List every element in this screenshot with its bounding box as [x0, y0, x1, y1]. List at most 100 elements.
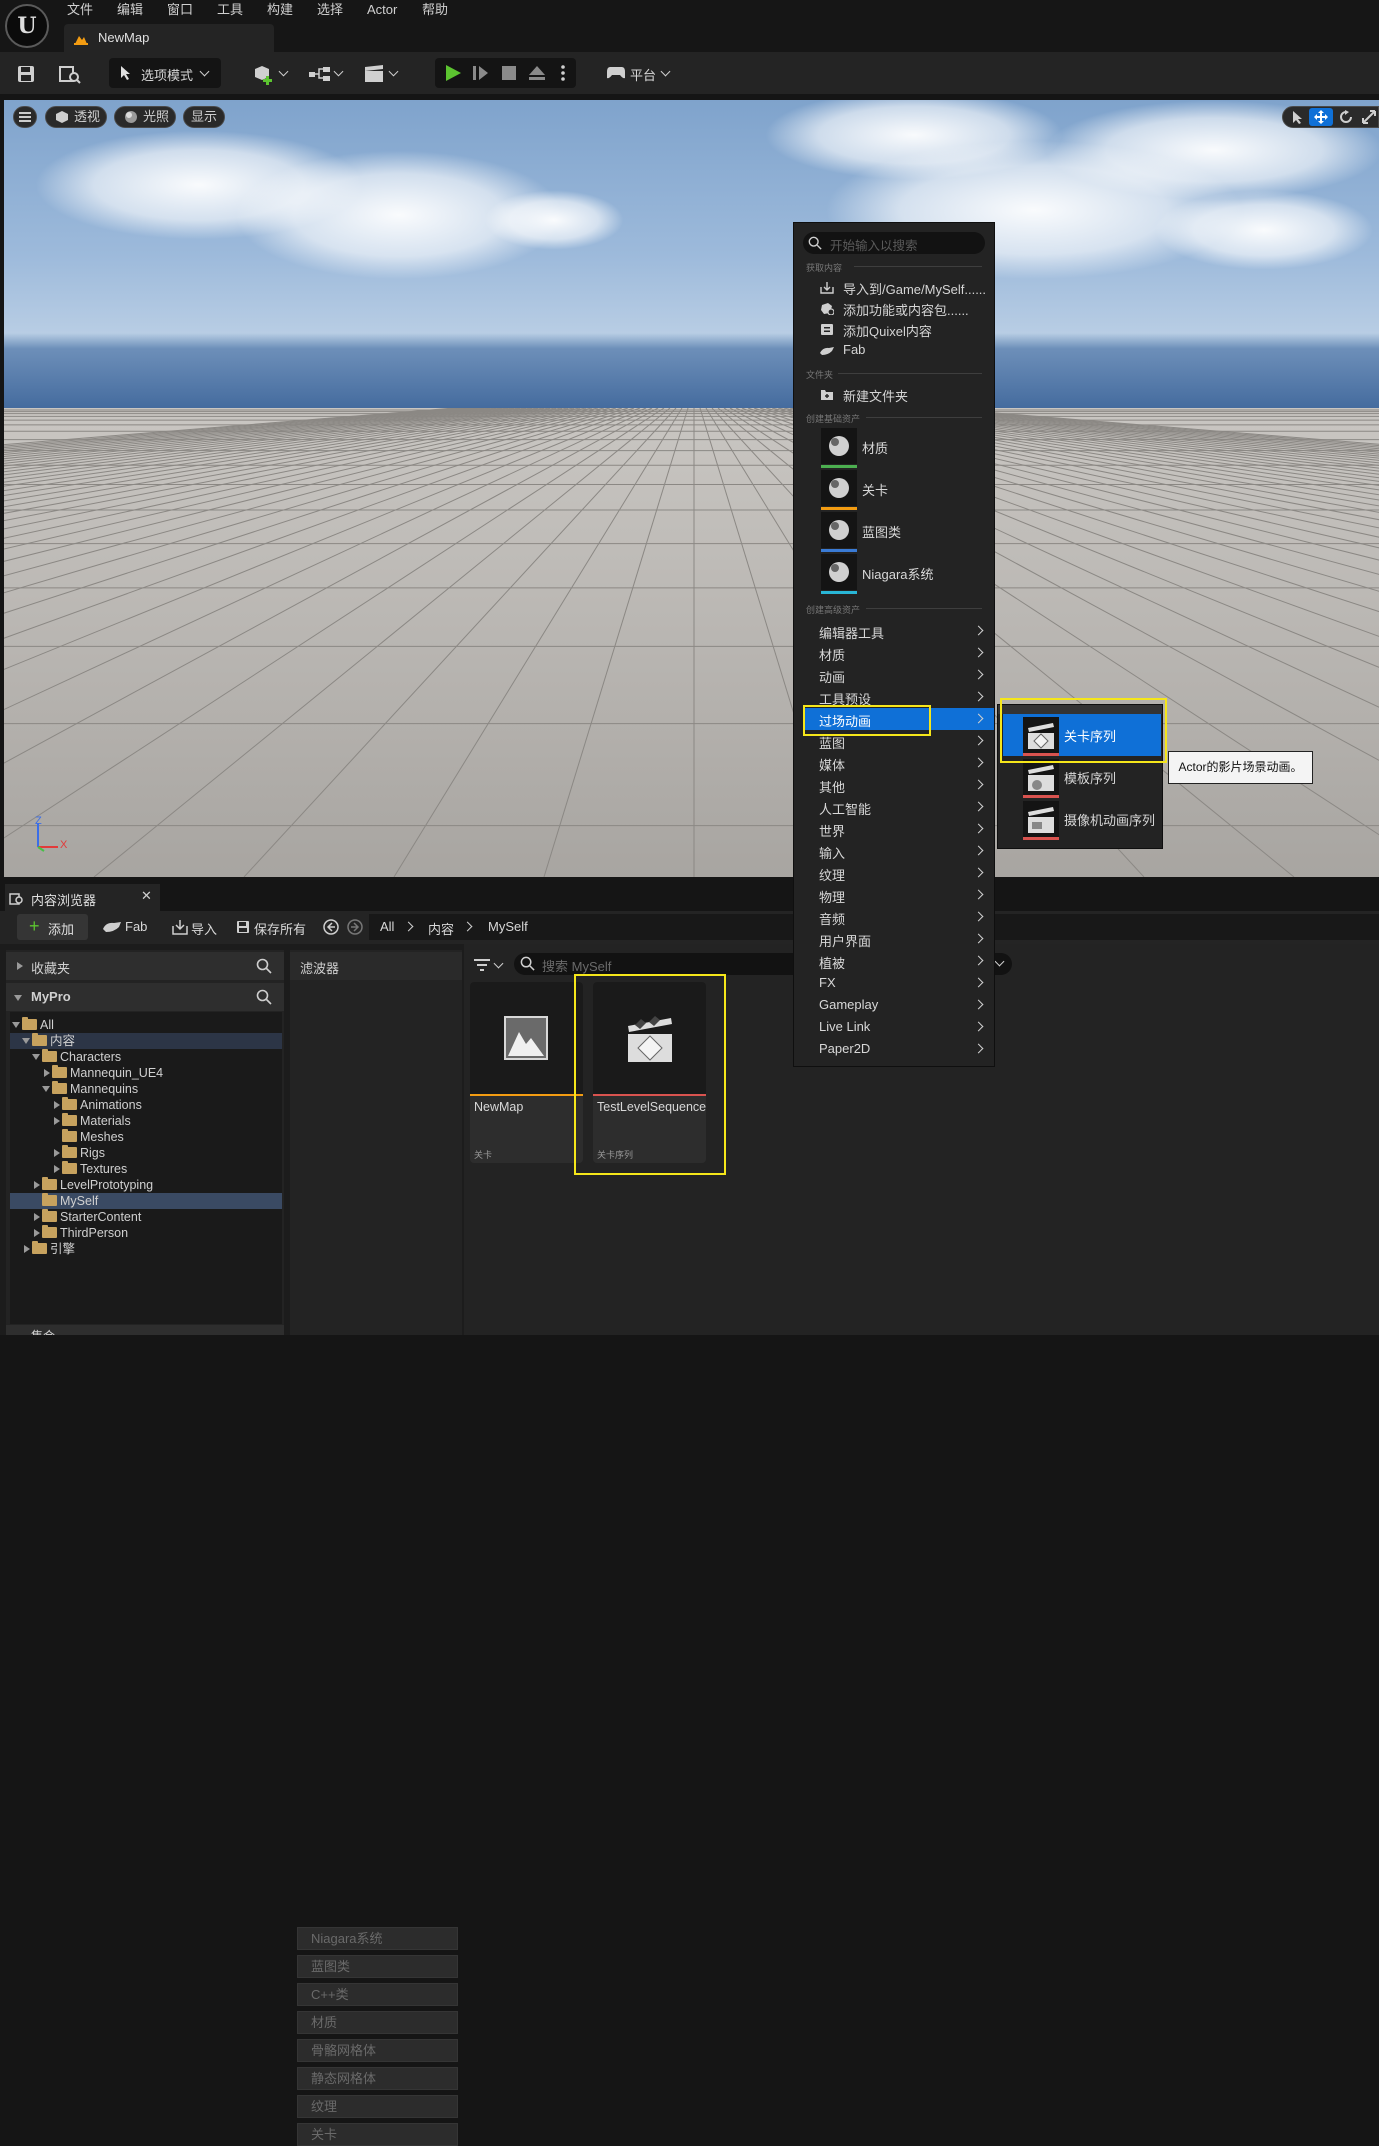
collapse-arrow-icon[interactable] [54, 1117, 60, 1125]
tree-folder[interactable]: Materials [10, 1113, 282, 1129]
menu-add-quixel[interactable]: 添加Quixel内容 [794, 319, 994, 340]
filter-chip[interactable]: Niagara系统 [297, 1927, 458, 1950]
collapse-arrow-icon[interactable] [34, 1229, 40, 1237]
unreal-logo[interactable]: U [5, 4, 49, 48]
mode-selector[interactable]: 选项模式 [109, 58, 221, 88]
menu-basic-asset[interactable]: 关卡 [821, 468, 991, 510]
filter-chip[interactable]: 静态网格体 [297, 2067, 458, 2090]
menu-help[interactable]: 帮助 [422, 0, 448, 20]
menu-submenu-item[interactable]: 动画 [804, 664, 994, 686]
collapse-arrow-icon[interactable] [54, 1165, 60, 1173]
forward-icon[interactable] [347, 919, 363, 935]
tree-folder[interactable]: MySelf [10, 1193, 282, 1209]
breadcrumb-myself[interactable]: MySelf [488, 919, 528, 934]
menu-submenu-item[interactable]: Gameplay [804, 994, 994, 1016]
menu-submenu-item[interactable]: 世界 [804, 818, 994, 840]
menu-basic-asset[interactable]: 蓝图类 [821, 510, 991, 552]
tree-folder[interactable]: Characters [10, 1049, 282, 1065]
perspective-button[interactable]: 透视 [45, 106, 107, 128]
menu-select[interactable]: 选择 [317, 0, 343, 20]
tree-folder[interactable]: Mannequin_UE4 [10, 1065, 282, 1081]
expand-arrow-icon[interactable] [32, 1054, 40, 1060]
filter-icon[interactable] [474, 958, 490, 972]
content-browser-tab[interactable]: 内容浏览器 ✕ [5, 884, 160, 911]
save-all-button[interactable]: 保存所有 [235, 916, 311, 938]
close-icon[interactable]: ✕ [141, 888, 152, 904]
platform-button[interactable]: 平台 [600, 58, 680, 88]
select-tool-icon[interactable] [1291, 110, 1305, 125]
collapse-arrow-icon[interactable] [54, 1101, 60, 1109]
menu-basic-asset[interactable]: Niagara系统 [821, 552, 991, 594]
filter-chip[interactable]: 材质 [297, 2011, 458, 2034]
menu-submenu-item[interactable]: 植被 [804, 950, 994, 972]
menu-submenu-item[interactable]: 其他 [804, 774, 994, 796]
menu-submenu-item[interactable]: 人工智能 [804, 796, 994, 818]
step-icon[interactable] [472, 64, 490, 82]
browse-icon[interactable] [59, 64, 81, 84]
menu-edit[interactable]: 编辑 [117, 0, 143, 20]
menu-submenu-item[interactable]: 材质 [804, 642, 994, 664]
collapse-arrow-icon[interactable] [54, 1149, 60, 1157]
fab-button[interactable]: Fab [100, 916, 160, 938]
submenu-camera-anim-sequence[interactable]: 摄像机动画序列 [1003, 798, 1161, 840]
more-options-icon[interactable] [561, 65, 565, 81]
tree-folder[interactable]: LevelPrototyping [10, 1177, 282, 1193]
tree-folder[interactable]: ThirdPerson [10, 1225, 282, 1241]
play-icon[interactable] [444, 64, 462, 82]
move-tool-button[interactable] [1309, 108, 1333, 126]
menu-submenu-item[interactable]: 媒体 [804, 752, 994, 774]
scale-icon[interactable] [1362, 110, 1376, 124]
add-actor-icon[interactable] [253, 65, 275, 85]
menu-submenu-item[interactable]: 物理 [804, 884, 994, 906]
filter-chip[interactable]: C++类 [297, 1983, 458, 2006]
lighting-button[interactable]: 光照 [114, 106, 176, 128]
save-icon[interactable] [17, 65, 35, 83]
tree-folder[interactable]: StarterContent [10, 1209, 282, 1225]
menu-submenu-item[interactable]: 编辑器工具 [804, 620, 994, 642]
menu-submenu-item[interactable]: FX [804, 972, 994, 994]
tree-folder[interactable]: Textures [10, 1161, 282, 1177]
favorites-header[interactable]: 收藏夹 [6, 952, 284, 980]
expand-arrow-icon[interactable] [12, 1022, 20, 1028]
tree-folder[interactable]: Rigs [10, 1145, 282, 1161]
add-button[interactable]: + 添加 [17, 914, 88, 940]
back-icon[interactable] [323, 919, 339, 935]
tree-folder[interactable]: Animations [10, 1097, 282, 1113]
menu-submenu-item[interactable]: Paper2D [804, 1038, 994, 1060]
menu-submenu-item[interactable]: 音频 [804, 906, 994, 928]
menu-basic-asset[interactable]: 材质 [821, 426, 991, 468]
eject-icon[interactable] [528, 64, 546, 82]
menu-file[interactable]: 文件 [67, 0, 93, 20]
asset-search-input[interactable]: 搜索 MySelf [514, 953, 794, 975]
blueprint-menu-icon[interactable] [308, 65, 332, 83]
map-tab[interactable]: NewMap [64, 24, 274, 52]
tree-folder[interactable]: Mannequins [10, 1081, 282, 1097]
menu-import[interactable]: 导入到/Game/MySelf...... [794, 277, 994, 298]
collapse-arrow-icon[interactable] [44, 1069, 50, 1077]
tree-folder[interactable]: Meshes [10, 1129, 282, 1145]
search-icon[interactable] [256, 989, 272, 1005]
filter-chip[interactable]: 蓝图类 [297, 1955, 458, 1978]
menu-new-folder[interactable]: 新建文件夹 [794, 384, 994, 405]
menu-search-input[interactable]: 开始输入以搜索 [803, 232, 985, 254]
tree-folder[interactable]: 内容 [10, 1033, 282, 1049]
collapse-arrow-icon[interactable] [24, 1245, 30, 1253]
expand-arrow-icon[interactable] [42, 1086, 50, 1092]
menu-actor[interactable]: Actor [367, 0, 397, 20]
stop-icon[interactable] [501, 65, 517, 81]
breadcrumb-all[interactable]: All [380, 919, 394, 934]
collections-header[interactable]: 集合 [6, 1325, 284, 1335]
breadcrumb-content[interactable]: 内容 [428, 919, 454, 938]
menu-tools[interactable]: 工具 [217, 0, 243, 20]
collapse-arrow-icon[interactable] [34, 1181, 40, 1189]
menu-submenu-item[interactable]: Live Link [804, 1016, 994, 1038]
search-icon[interactable] [256, 958, 272, 974]
menu-build[interactable]: 构建 [267, 0, 293, 20]
asset-tile-newmap[interactable]: NewMap 关卡 [470, 982, 583, 1163]
import-button[interactable]: 导入 [170, 916, 226, 938]
filter-chip[interactable]: 关卡 [297, 2123, 458, 2146]
show-button[interactable]: 显示 [183, 106, 225, 128]
tree-folder[interactable]: All [10, 1017, 282, 1033]
menu-fab[interactable]: Fab [794, 340, 994, 361]
menu-submenu-item[interactable]: 纹理 [804, 862, 994, 884]
